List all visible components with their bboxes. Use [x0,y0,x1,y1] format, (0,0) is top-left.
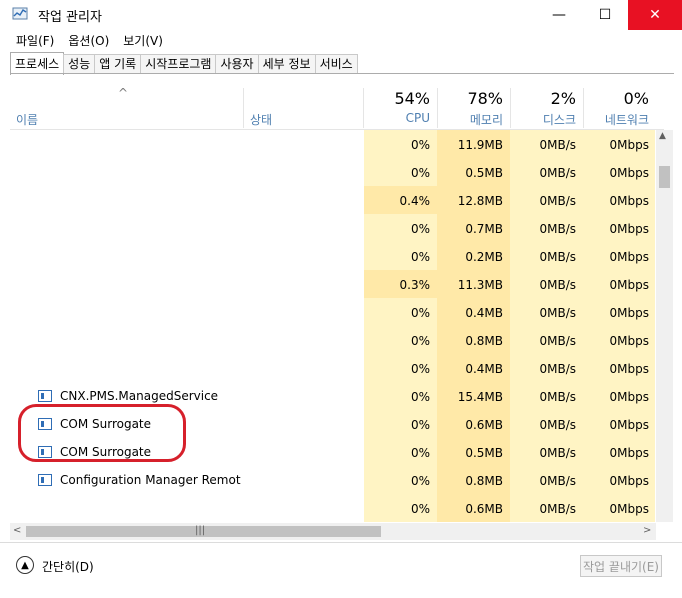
red-highlight-annotation [18,404,186,462]
tab-startup[interactable]: 시작프로그램 [140,54,217,74]
scroll-grip-icon: ||| [195,525,206,536]
fewer-details-link[interactable]: 간단히(D) [42,558,94,575]
tab-services[interactable]: 서비스 [314,54,358,74]
process-icon [38,474,52,486]
sort-up-icon[interactable]: ^ [118,86,128,100]
minimize-button[interactable]: — [536,0,582,30]
tab-details[interactable]: 세부 정보 [257,54,316,74]
menu-view[interactable]: 보기(V) [123,32,163,49]
column-divider[interactable] [243,88,244,128]
memory-total[interactable]: 78% [437,89,503,108]
close-button[interactable]: ✕ [628,0,682,30]
cpu-total[interactable]: 54% [364,89,430,108]
menu-bar: 파일(F) 옵션(O) 보기(V) [0,30,682,50]
scroll-left-icon[interactable]: < [13,525,21,536]
redacted-area [0,138,364,382]
tab-app-history[interactable]: 앱 기록 [94,54,142,74]
column-header-memory[interactable]: 메모리 [437,111,503,128]
vertical-scrollbar[interactable] [656,130,673,522]
process-icon [38,390,52,402]
column-header-status[interactable]: 상태 [250,111,272,128]
column-header-name[interactable]: 이름 [16,111,38,128]
tab-strip: 프로세스 성능 앱 기록 시작프로그램 사용자 세부 정보 서비스 [10,52,358,75]
disk-total[interactable]: 2% [510,89,576,108]
tab-performance[interactable]: 성능 [63,54,96,74]
scroll-right-icon[interactable]: > [643,525,651,536]
column-header-disk[interactable]: 디스크 [510,111,576,128]
vertical-scroll-thumb[interactable] [659,166,670,188]
column-header-cpu[interactable]: CPU [364,111,430,125]
network-total[interactable]: 0% [583,89,649,108]
column-header-network[interactable]: 네트워크 [583,111,649,128]
end-task-button[interactable]: 작업 끝내기(E) [580,555,662,577]
menu-options[interactable]: 옵션(O) [68,32,109,49]
scroll-up-icon[interactable]: ▲ [659,131,666,141]
menu-file[interactable]: 파일(F) [16,32,54,49]
process-name: CNX.PMS.ManagedService [60,389,219,403]
tab-divider [10,73,674,74]
process-name: Configuration Manager Remot [60,473,241,487]
tab-users[interactable]: 사용자 [215,54,259,74]
maximize-button[interactable]: ☐ [582,0,628,30]
window-title: 작업 관리자 [38,10,102,25]
footer-divider [0,542,682,543]
task-manager-icon [12,6,28,22]
tab-processes[interactable]: 프로세스 [10,52,65,75]
chevron-up-icon[interactable]: ▲ [16,556,34,574]
